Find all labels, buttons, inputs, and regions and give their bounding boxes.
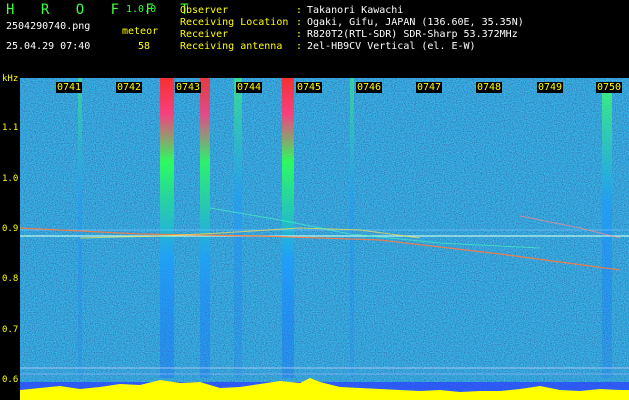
x-tick-label: 0742 (116, 82, 143, 93)
receiver-value: R820T2(RTL-SDR) SDR-Sharp 53.372MHz (307, 29, 518, 40)
x-tick-label: 0747 (416, 82, 443, 93)
filename: 2504290740.png (6, 21, 91, 32)
y-tick-label: 0.9 (2, 224, 19, 234)
colon: : (296, 17, 303, 28)
spectrogram-image (20, 78, 629, 400)
y-tick-label: 1.1 (2, 123, 19, 133)
meteor-echo (602, 88, 612, 378)
y-tick-label: 0.8 (2, 274, 19, 284)
x-tick-label: 0749 (537, 82, 564, 93)
x-tick-label: 0745 (296, 82, 323, 93)
colon: : (296, 41, 303, 52)
location-value: Ogaki, Gifu, JAPAN (136.60E, 35.35N) (307, 17, 524, 28)
meteor-echo (160, 78, 174, 378)
y-unit-label: kHz (2, 74, 19, 84)
observer-value: Takanori Kawachi (307, 5, 404, 16)
receiver-label: Receiver (180, 29, 229, 40)
colon: : (296, 5, 303, 16)
detection-label: meteor (122, 26, 159, 37)
meteor-echo (200, 78, 210, 378)
x-tick-label: 0743 (175, 82, 202, 93)
meteor-echo (350, 78, 354, 378)
antenna-label: Receiving antenna (180, 41, 283, 52)
spectrogram (20, 78, 629, 400)
location-label: Receiving Location (180, 17, 289, 28)
header-panel: H R O F F T 1.0.0 2504290740.png 25.04.2… (0, 0, 629, 75)
y-tick-label: 0.7 (2, 325, 19, 335)
colon: : (296, 29, 303, 40)
x-tick-label: 0746 (356, 82, 383, 93)
x-tick-label: 0748 (476, 82, 503, 93)
x-tick-label: 0744 (236, 82, 263, 93)
meteor-echo (234, 78, 242, 378)
x-tick-label: 0750 (596, 82, 623, 93)
y-tick-label: 1.0 (2, 174, 19, 184)
datetime: 25.04.29 07:40 (6, 41, 91, 52)
y-tick-label: 0.6 (2, 375, 19, 385)
app-name: H R O F F T (6, 2, 198, 18)
y-axis: 1.1 1.0 0.9 0.8 0.7 0.6 (0, 75, 20, 400)
meteor-echo (78, 78, 82, 378)
app-version: 1.0.0 (126, 4, 157, 15)
meteor-count: 58 (138, 41, 151, 52)
x-tick-label: 0741 (56, 82, 83, 93)
antenna-value: 2el-HB9CV Vertical (el. E-W) (307, 41, 476, 52)
observer-label: Observer (180, 5, 229, 16)
